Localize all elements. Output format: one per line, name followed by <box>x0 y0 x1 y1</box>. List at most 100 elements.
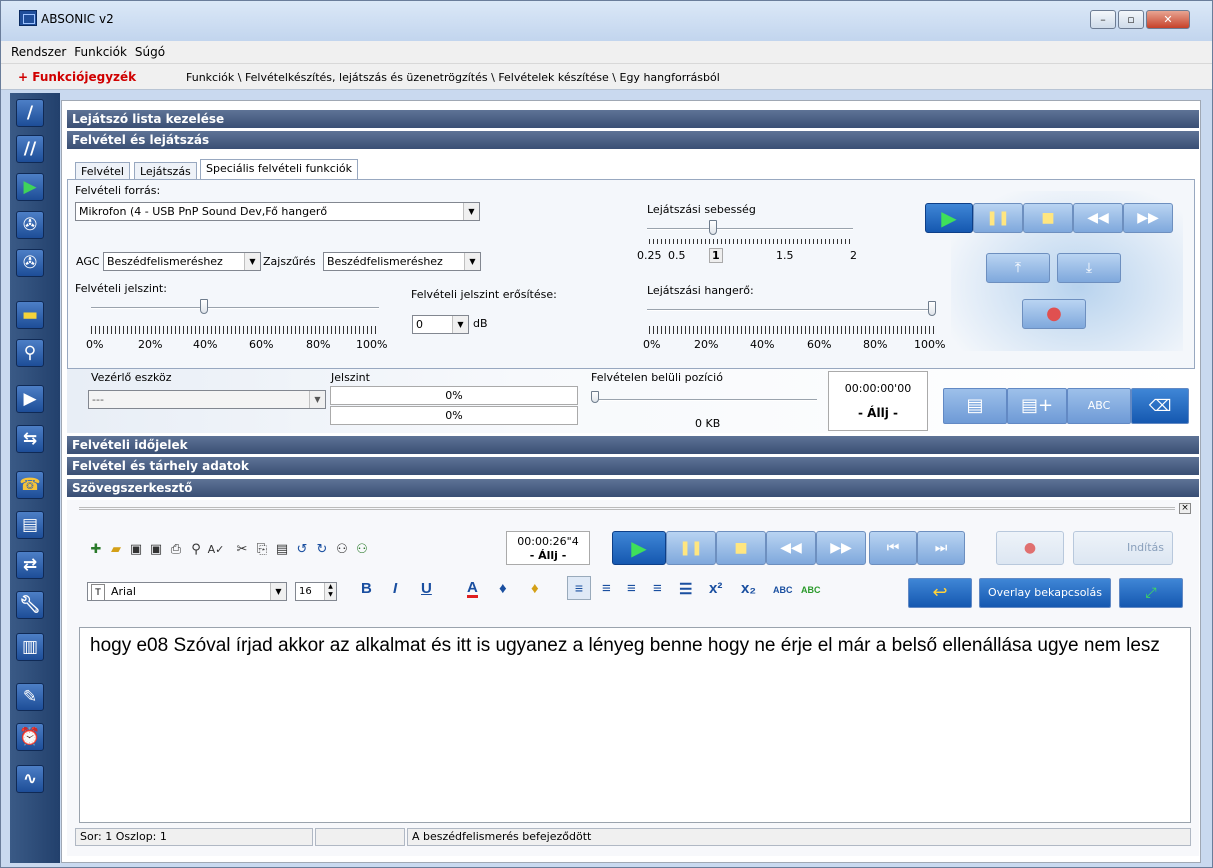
erase-button[interactable]: ⌫ <box>1131 388 1189 424</box>
mark-end-button[interactable]: ⤓ <box>1057 253 1121 283</box>
menu-sugo[interactable]: Súgó <box>131 41 169 64</box>
play-button[interactable]: ▶ <box>925 203 973 233</box>
wrench-icon[interactable]: 🔧︎ <box>16 591 44 619</box>
spellcheck-icon[interactable]: A✓ <box>207 541 225 559</box>
alarm-icon[interactable]: ⏰ <box>16 723 44 751</box>
multi-pen-icon[interactable]: // <box>16 135 44 163</box>
underline-button[interactable]: U <box>421 580 432 597</box>
phone-icon[interactable]: ☎ <box>16 471 44 499</box>
close-icon[interactable]: × <box>1179 503 1191 514</box>
return-button[interactable]: ↩ <box>908 578 972 608</box>
forward-icon[interactable]: ▶ <box>16 385 44 413</box>
book-icon[interactable]: ▥ <box>16 633 44 661</box>
paste-icon[interactable]: ▤ <box>273 541 291 559</box>
reel-icon[interactable]: ✇ <box>16 211 44 239</box>
editor-next-button[interactable]: ⏭ <box>917 531 965 565</box>
fast-forward-button[interactable]: ▶▶ <box>1123 203 1173 233</box>
open-folder-icon[interactable]: ▰ <box>107 541 125 559</box>
transfer-icon[interactable]: ⇄ <box>16 551 44 579</box>
maximize-button[interactable]: ▫ <box>1118 10 1144 29</box>
chevron-down-icon: ▼ <box>452 316 468 333</box>
pause-button[interactable]: ❚❚ <box>973 203 1023 233</box>
play-icon[interactable]: ▶ <box>16 173 44 201</box>
menu-rendszer[interactable]: Rendszer <box>7 41 70 64</box>
align-left-icon[interactable]: ≡ <box>567 576 591 600</box>
rewind-button[interactable]: ◀◀ <box>1073 203 1123 233</box>
editor-play-button[interactable]: ▶ <box>612 531 666 565</box>
rec-level-slider[interactable] <box>200 299 208 314</box>
bold-button[interactable]: B <box>361 580 372 597</box>
editor-rewind-button[interactable]: ◀◀ <box>766 531 816 565</box>
transcript-text-area[interactable]: hogy e08 Szóval írjad akkor az alkalmat … <box>79 627 1191 823</box>
save-icon[interactable]: ▣ <box>127 541 145 559</box>
section-storage[interactable]: Felvétel és tárhely adatok <box>67 457 1199 475</box>
start-button[interactable]: Indítás <box>1073 531 1173 565</box>
agc-select[interactable]: Beszédfelismeréshez ▼ <box>103 252 261 271</box>
status-cursor-position: Sor: 1 Oszlop: 1 <box>75 828 313 846</box>
italic-button[interactable]: I <box>393 580 397 597</box>
print-icon[interactable]: ⎙ <box>167 541 185 559</box>
font-size-stepper[interactable]: 16 ▲ ▼ <box>295 582 337 601</box>
noise-select[interactable]: Beszédfelismeréshez ▼ <box>323 252 481 271</box>
position-slider[interactable] <box>591 391 599 403</box>
splitter[interactable] <box>79 507 1175 510</box>
search-icon[interactable]: ⚲ <box>16 339 44 367</box>
align-center-icon[interactable]: ≡ <box>602 580 611 597</box>
uppercase-icon[interactable]: ABC <box>773 585 793 595</box>
swap-icon[interactable]: ⇆ <box>16 425 44 453</box>
volume-slider[interactable] <box>928 301 936 316</box>
fullscreen-button[interactable]: ⤢ <box>1119 578 1183 608</box>
mark-start-button[interactable]: ⤒ <box>986 253 1050 283</box>
tab-special[interactable]: Speciális felvételi funkciók <box>200 159 358 181</box>
text-edit-icon[interactable]: ✎ <box>16 683 44 711</box>
cut-icon[interactable]: ✂ <box>233 541 251 559</box>
function-list-link[interactable]: + Funkciójegyzék <box>18 70 136 84</box>
fill-color-icon[interactable]: ♦ <box>531 580 539 597</box>
section-timesignals[interactable]: Felvételi időjelek <box>67 436 1199 454</box>
spell-abc-icon[interactable]: ABC <box>801 585 821 595</box>
editor-prev-button[interactable]: ⏮ <box>869 531 917 565</box>
print-preview-icon[interactable]: ⚲ <box>187 541 205 559</box>
source-label: Felvételi forrás: <box>75 184 161 197</box>
source-select[interactable]: Mikrofon (4 - USB PnP Sound Dev,Fő hange… <box>75 202 480 221</box>
section-playlist[interactable]: Lejátszó lista kezelése <box>67 110 1199 128</box>
section-rec-play[interactable]: Felvétel és lejátszás <box>67 131 1199 149</box>
editor-stop-button[interactable]: ■ <box>716 531 766 565</box>
pen-icon[interactable]: / <box>16 99 44 127</box>
folder-icon[interactable]: ▬ <box>16 301 44 329</box>
find-icon[interactable]: ⚇ <box>333 541 351 559</box>
align-right-icon[interactable]: ≡ <box>627 580 636 597</box>
gain-select[interactable]: 0 ▼ <box>412 315 469 334</box>
dictate-record-button[interactable]: ● <box>996 531 1064 565</box>
font-select[interactable]: T Arial ▼ <box>87 582 287 601</box>
abc-button[interactable]: ABC <box>1067 388 1131 424</box>
font-color-button[interactable]: A <box>467 580 478 598</box>
new-doc-icon[interactable]: ✚ <box>87 541 105 559</box>
list-button[interactable]: ▤ <box>943 388 1007 424</box>
subscript-icon[interactable]: x₂ <box>741 580 756 597</box>
device-select[interactable]: --- ▼ <box>88 390 326 409</box>
undo-icon[interactable]: ↺ <box>293 541 311 559</box>
menu-funkciok[interactable]: Funkciók <box>70 41 131 64</box>
multi-reel-icon[interactable]: ✇ <box>16 249 44 277</box>
minimize-button[interactable]: – <box>1090 10 1116 29</box>
overlay-button[interactable]: Overlay bekapcsolás <box>979 578 1111 608</box>
record-button[interactable]: ● <box>1022 299 1086 329</box>
replace-icon[interactable]: ⚇ <box>353 541 371 559</box>
form-icon[interactable]: ▤ <box>16 511 44 539</box>
editor-pause-button[interactable]: ❚❚ <box>666 531 716 565</box>
superscript-icon[interactable]: x² <box>709 580 722 597</box>
justify-icon[interactable]: ≡ <box>653 580 662 597</box>
add-list-button[interactable]: ▤+ <box>1007 388 1067 424</box>
speed-slider[interactable] <box>709 220 717 235</box>
redo-icon[interactable]: ↻ <box>313 541 331 559</box>
section-texteditor[interactable]: Szövegszerkesztő <box>67 479 1199 497</box>
save-as-icon[interactable]: ▣ <box>147 541 165 559</box>
close-button[interactable]: ✕ <box>1146 10 1190 29</box>
bullet-list-icon[interactable]: ☰ <box>679 580 692 598</box>
waveform-icon[interactable]: ∿ <box>16 765 44 793</box>
editor-forward-button[interactable]: ▶▶ <box>816 531 866 565</box>
highlight-icon[interactable]: ♦ <box>499 580 507 597</box>
stop-button[interactable]: ■ <box>1023 203 1073 233</box>
copy-icon[interactable]: ⎘ <box>253 541 271 559</box>
